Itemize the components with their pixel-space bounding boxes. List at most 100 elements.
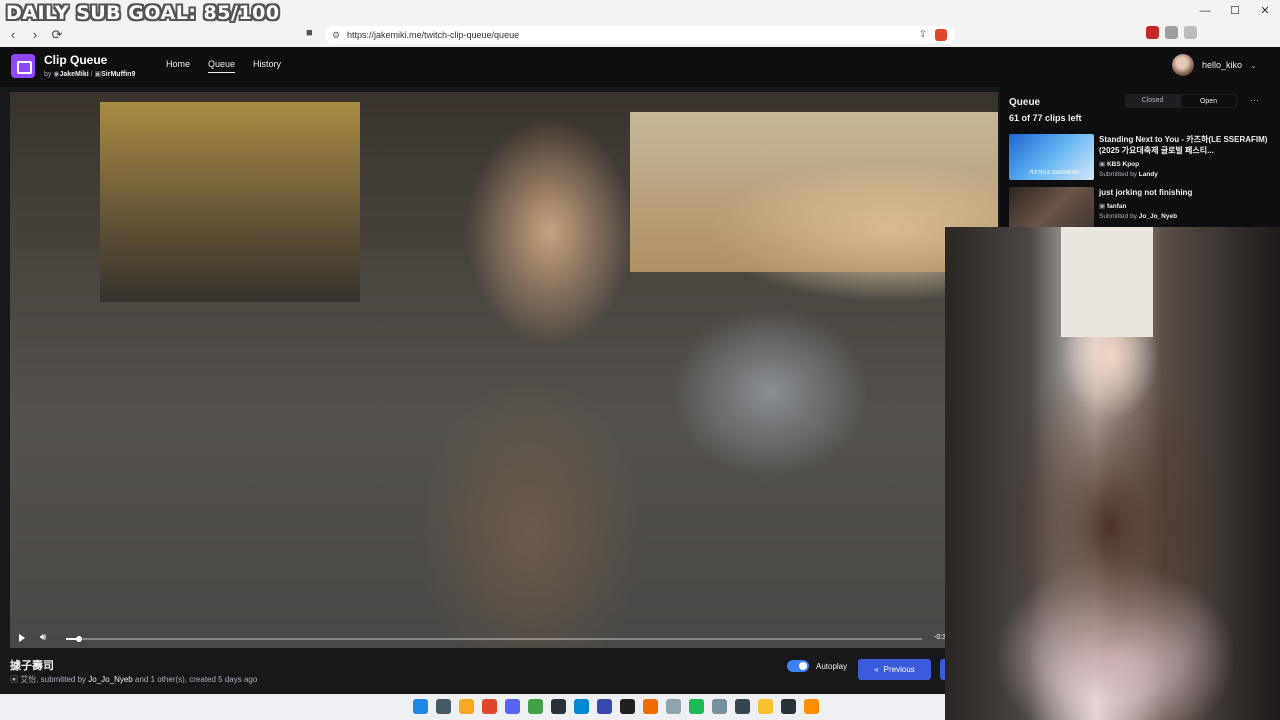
spotify-icon[interactable] — [689, 699, 704, 714]
queue-item-channel: ▣ KBS Kpop — [1099, 160, 1139, 168]
queue-panel: Queue 61 of 77 clips left Closed Open ⋯ … — [1000, 87, 1280, 233]
webcam-overlay — [945, 227, 1280, 720]
queue-title: Queue — [1009, 97, 1041, 108]
video-frame-background — [100, 102, 360, 302]
taskbar — [0, 694, 945, 720]
nav-home[interactable]: Home — [166, 59, 190, 73]
share-icon[interactable]: ⇪ — [919, 26, 927, 44]
channel-icon: ▣ — [10, 675, 18, 684]
tab-open[interactable]: Open — [1181, 95, 1236, 107]
app-authors: by ◉JakeMiki / ▣SirMuffin9 — [44, 71, 136, 78]
twitch-logo-icon[interactable] — [11, 54, 35, 78]
address-bar[interactable]: ⚙ https://jakemiki.me/twitch-clip-queue/… — [325, 26, 955, 44]
webcam-background-light — [1061, 227, 1153, 337]
vlc-icon[interactable] — [804, 699, 819, 714]
back-icon[interactable]: ‹ — [4, 26, 22, 44]
submitter-name: Jo_Jo_Nyeb — [1138, 213, 1178, 220]
volume-icon[interactable]: 🔊︎ — [40, 632, 46, 643]
forward-icon[interactable]: › — [26, 26, 44, 44]
main-nav: Home Queue History — [166, 59, 281, 73]
thumbnail-caption: 카즈하(LE SSERAFIM) — [1029, 170, 1080, 176]
app-icon[interactable] — [758, 699, 773, 714]
clip-meta: ▣ 艾怡, submitted by Jo_Jo_Nyeb and 1 othe… — [10, 674, 257, 685]
submitter-name: Landy — [1138, 171, 1158, 178]
extension-icon[interactable] — [1184, 26, 1197, 39]
extension-icons — [1146, 26, 1197, 39]
taskbar-icons — [413, 699, 819, 714]
video-controls: 🔊︎ -0:3 — [10, 630, 998, 648]
previous-button[interactable]: « Previous — [858, 659, 931, 680]
brave-shield-icon[interactable] — [935, 29, 947, 41]
more-options-icon[interactable]: ⋯ — [1250, 95, 1259, 106]
queue-item-submitter: Submitted by Landy — [1099, 171, 1158, 178]
play-icon[interactable] — [19, 634, 25, 642]
avatar[interactable] — [1172, 54, 1194, 76]
app-header: Clip Queue by ◉JakeMiki / ▣SirMuffin9 Ho… — [0, 47, 1280, 87]
chrome-icon[interactable] — [528, 699, 543, 714]
queue-item-title: just jorking not finishing — [1099, 188, 1193, 197]
brave-icon[interactable] — [643, 699, 658, 714]
maximize-button[interactable]: ☐ — [1220, 0, 1250, 22]
nav-queue[interactable]: Queue — [208, 59, 236, 73]
queue-item-channel-name: KBS Kpop — [1106, 161, 1140, 168]
app-icon[interactable] — [620, 699, 635, 714]
bookmark-icon[interactable]: ■ — [306, 27, 313, 39]
queue-status-toggle: Closed Open — [1125, 94, 1237, 108]
clip-thumbnail[interactable]: 카즈하(LE SSERAFIM) — [1009, 134, 1094, 180]
queue-item-submitter: Submitted by Jo_Jo_Nyeb — [1099, 213, 1177, 220]
app-icon[interactable] — [597, 699, 612, 714]
url-text: https://jakemiki.me/twitch-clip-queue/qu… — [347, 30, 520, 40]
file-explorer-icon[interactable] — [459, 699, 474, 714]
app-icon[interactable] — [712, 699, 727, 714]
channel-icon: ▣ — [1099, 203, 1106, 210]
brave-browser-icon[interactable] — [482, 699, 497, 714]
channel-icon: ▣ — [1099, 161, 1106, 168]
previous-label: Previous — [883, 665, 915, 674]
discord-icon[interactable] — [505, 699, 520, 714]
tab-closed[interactable]: Closed — [1125, 94, 1180, 108]
submitted-prefix: , submitted by — [36, 675, 87, 684]
autoplay-toggle[interactable]: Autoplay — [787, 660, 847, 672]
author-link[interactable]: SirMuffin9 — [101, 71, 135, 78]
submitted-by-label: Submitted by — [1099, 213, 1137, 220]
queue-item-title: Standing Next to You - 카즈하(LE SSERAFIM) … — [1099, 135, 1268, 155]
minimize-button[interactable]: — — [1190, 0, 1220, 22]
video-player[interactable] — [10, 92, 998, 648]
terminal-icon[interactable] — [735, 699, 750, 714]
seek-handle[interactable] — [75, 636, 82, 642]
windows-start-icon[interactable] — [413, 699, 428, 714]
clip-channel[interactable]: 艾怡 — [20, 675, 36, 684]
username: hello_kiko — [1202, 60, 1243, 70]
queue-count: 61 of 77 clips left — [1009, 113, 1082, 123]
extension-icon[interactable] — [1165, 26, 1178, 39]
submitted-by-label: Submitted by — [1099, 171, 1137, 178]
queue-item[interactable]: 카즈하(LE SSERAFIM) Standing Next to You - … — [1009, 134, 1274, 180]
extension-icon[interactable] — [1146, 26, 1159, 39]
queue-item-channel-name: fanfan — [1106, 203, 1127, 210]
edge-icon[interactable] — [574, 699, 589, 714]
author-link[interactable]: JakeMiki — [59, 71, 88, 78]
site-info-icon[interactable]: ⚙ — [332, 26, 340, 44]
clip-title: 據子壽司 — [10, 660, 54, 672]
obs-icon[interactable] — [551, 699, 566, 714]
browser-nav-row: ‹ › ⟳ ■ ⚙ https://jakemiki.me/twitch-cli… — [0, 24, 1280, 46]
reload-icon[interactable]: ⟳ — [48, 26, 66, 44]
user-menu[interactable]: hello_kiko ⌄ — [1172, 54, 1257, 76]
nav-history[interactable]: History — [253, 59, 281, 73]
terminal-icon[interactable] — [781, 699, 796, 714]
clip-submitter[interactable]: Jo_Jo_Nyeb — [88, 675, 132, 684]
autoplay-switch[interactable] — [787, 660, 809, 672]
seek-bar[interactable] — [66, 636, 922, 642]
queue-item-channel: ▣ fanfan — [1099, 202, 1126, 210]
app-icon[interactable] — [666, 699, 681, 714]
previous-icon: « — [874, 665, 879, 674]
sub-goal-overlay: DAILY SUB GOAL: 85/100 — [6, 2, 280, 24]
by-label: by — [44, 71, 52, 78]
chevron-down-icon[interactable]: ⌄ — [1250, 61, 1257, 70]
window-controls: — ☐ ✕ — [1190, 0, 1280, 22]
task-view-icon[interactable] — [436, 699, 451, 714]
app-title: Clip Queue — [44, 53, 108, 67]
close-window-button[interactable]: ✕ — [1250, 0, 1280, 22]
video-frame-sign — [630, 112, 998, 272]
autoplay-label: Autoplay — [816, 661, 848, 671]
